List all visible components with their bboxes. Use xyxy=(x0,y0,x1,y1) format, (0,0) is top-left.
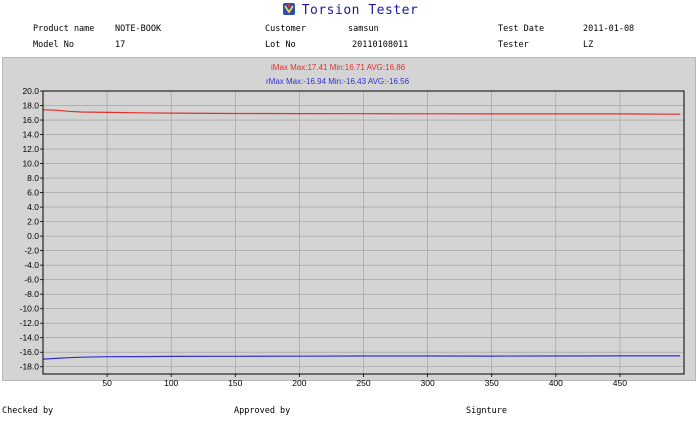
y-tick-label: 12.0 xyxy=(22,144,39,154)
y-tick-label: -6.0 xyxy=(24,275,39,285)
x-tick-label: 250 xyxy=(356,378,370,388)
imax-series-line xyxy=(42,109,681,115)
approved-by-label: Approved by xyxy=(234,406,291,416)
y-tick-label: 10.0 xyxy=(22,159,39,169)
y-tick-label: 0.0 xyxy=(27,231,39,241)
x-tick-label: 100 xyxy=(164,378,178,388)
torsion-chart: 20.0 18.0 16.0 14.0 12.0 10.0 8.0 6.0 4.0 2.0 0.0 -… xyxy=(20,86,685,388)
y-tick-label: 2.0 xyxy=(27,217,39,227)
x-tick-label: 350 xyxy=(485,378,499,388)
y-tick-label: 4.0 xyxy=(27,202,39,212)
y-tick-label: -8.0 xyxy=(24,289,39,299)
y-tick-label: -2.0 xyxy=(24,246,39,256)
x-tick-label: 150 xyxy=(228,378,242,388)
y-tick-label: 8.0 xyxy=(27,173,39,183)
checked-by-label: Checked by xyxy=(2,406,54,416)
y-tick-label: 18.0 xyxy=(22,101,39,111)
x-tick-label: 200 xyxy=(292,378,306,388)
y-tick-label: -10.0 xyxy=(20,304,40,314)
y-tick-label: 16.0 xyxy=(22,115,39,125)
y-tick-label: -16.0 xyxy=(20,347,40,357)
y-tick-label: 14.0 xyxy=(22,130,39,140)
y-tick-label: -12.0 xyxy=(20,318,40,328)
rmax-series-line xyxy=(42,355,681,360)
y-tick-label: -18.0 xyxy=(20,362,40,372)
signature-label: Signture xyxy=(466,406,507,416)
y-tick-label: -4.0 xyxy=(24,260,39,270)
x-tick-label: 50 xyxy=(102,378,112,388)
y-tick-label: 6.0 xyxy=(27,188,39,198)
y-tick-label: 20.0 xyxy=(22,86,39,96)
x-tick-label: 450 xyxy=(613,378,627,388)
x-tick-label: 400 xyxy=(549,378,563,388)
y-tick-label: -14.0 xyxy=(20,333,40,343)
x-tick-label: 300 xyxy=(421,378,435,388)
